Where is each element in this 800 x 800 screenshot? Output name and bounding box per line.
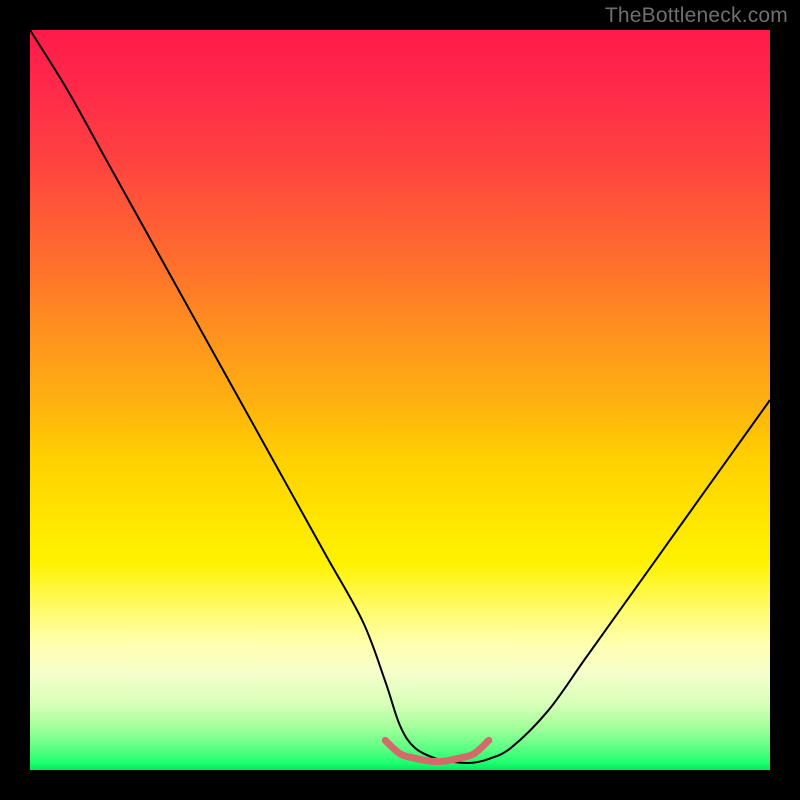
plot-area bbox=[30, 30, 770, 770]
watermark-text: TheBottleneck.com bbox=[605, 4, 788, 28]
curve-svg bbox=[30, 30, 770, 770]
bottleneck-curve bbox=[30, 30, 770, 763]
optimal-band bbox=[385, 740, 489, 761]
chart-container: TheBottleneck.com bbox=[0, 0, 800, 800]
